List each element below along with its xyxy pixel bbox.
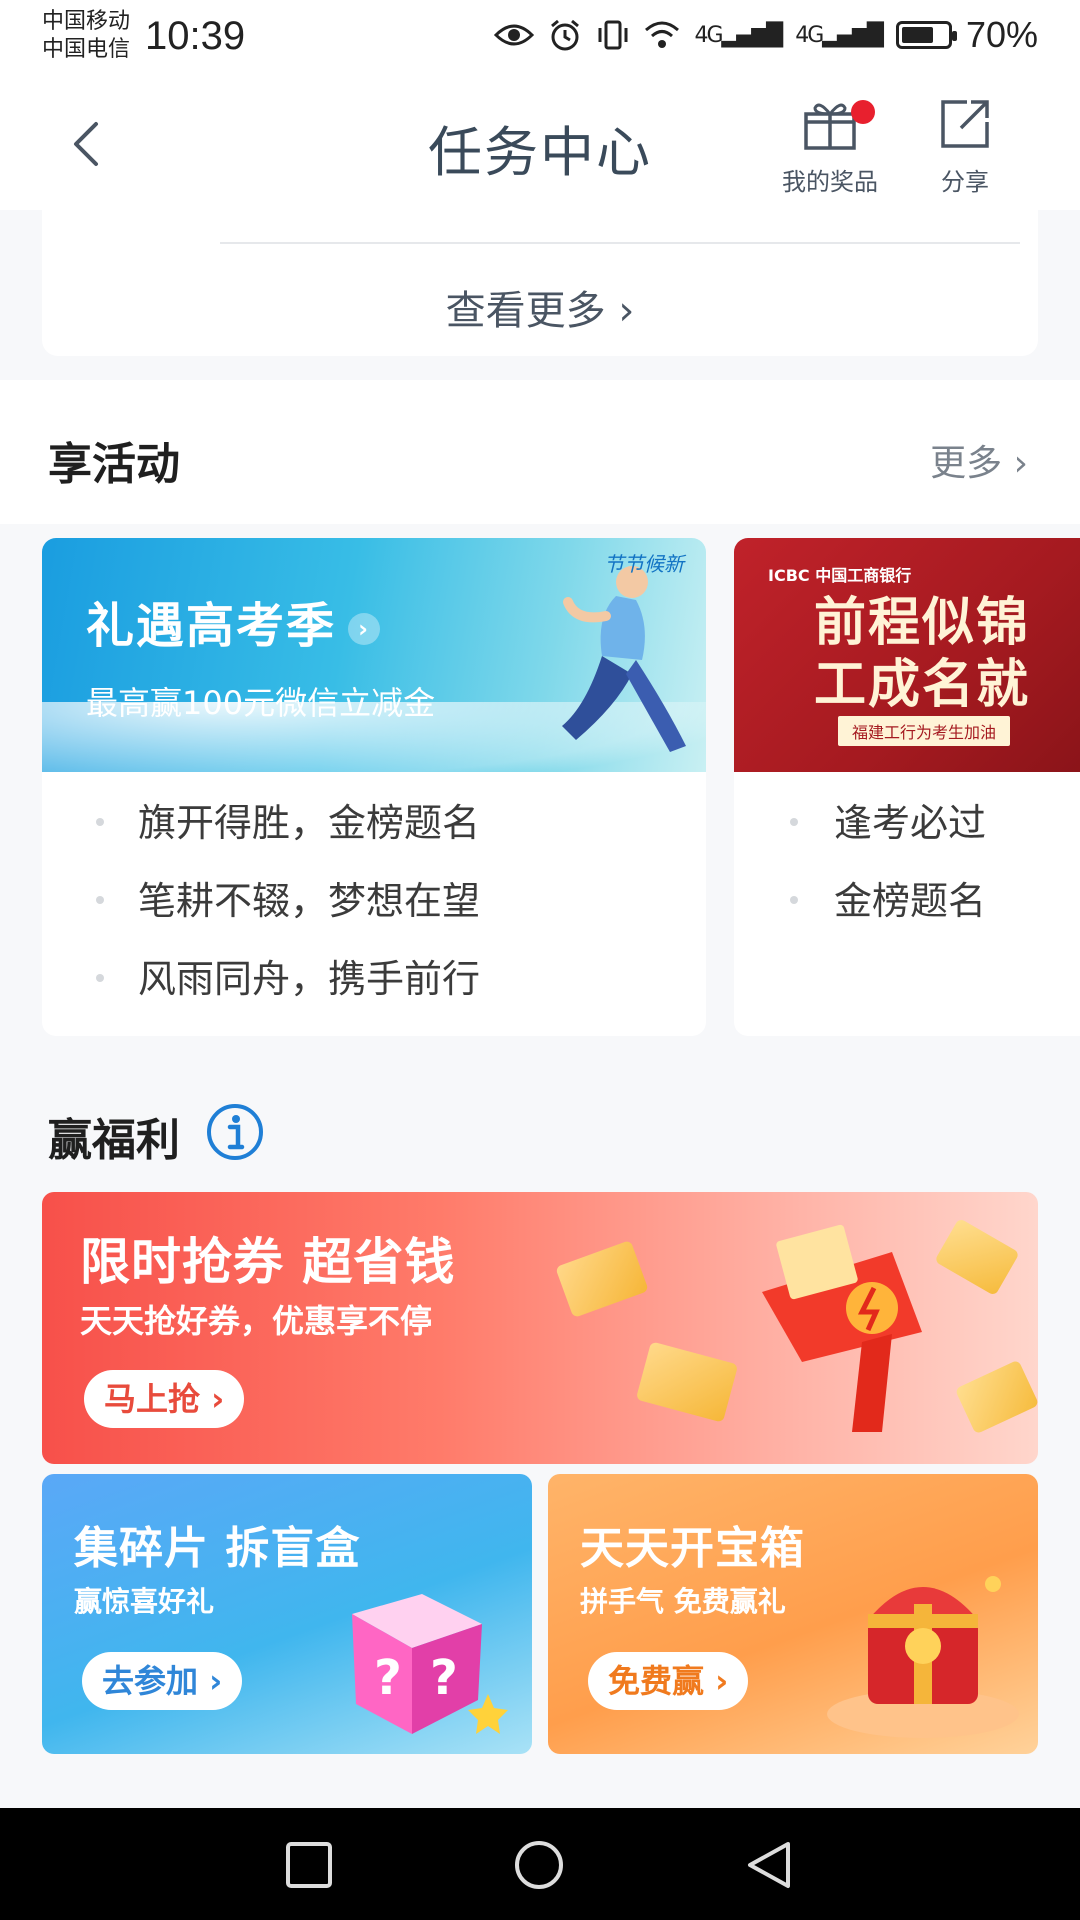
banner-pill: 福建工行为考生加油 — [838, 716, 1011, 746]
alarm-icon — [551, 19, 580, 51]
activities-title: 享活动 — [48, 439, 180, 490]
more-label: 更多 — [930, 443, 1003, 484]
vibrate-icon — [598, 20, 628, 50]
chevron-right-icon: › — [1013, 443, 1028, 484]
status-time: 10:39 — [145, 14, 246, 58]
chevron-right-icon: › — [618, 288, 635, 334]
banner-subtitle: 最高赢100元微信立减金 — [86, 684, 436, 722]
share-button[interactable]: 分享 — [910, 96, 1020, 197]
nav-header: 任务中心 我的奖品 分享 — [0, 78, 1080, 210]
banner-tag: 节节候新 — [604, 552, 684, 576]
promo-coupon-banner[interactable]: 限时抢券 超省钱 天天抢好券，优惠享不停 马上抢 › — [42, 1192, 1038, 1464]
battery-percent: 70% — [965, 14, 1038, 55]
list-item[interactable]: 风雨同舟，携手前行 — [42, 940, 706, 1018]
status-icons: 4G▂▄▆█ 4G▂▄▆█ 70% — [494, 14, 1038, 56]
promo-title: 天天开宝箱 — [580, 1523, 805, 1574]
welfare-title: 赢福利 — [48, 1115, 180, 1166]
coupon-decoration — [954, 1359, 1038, 1435]
list-item[interactable]: 金榜题名 — [734, 862, 1080, 940]
battery-icon — [895, 21, 957, 49]
status-bar: 中国移动 中国电信 10:39 4G▂▄▆█ 4G▂▄▆█ 70% — [0, 0, 1080, 78]
signal-1-icon: 4G▂▄▆█ — [694, 22, 783, 48]
activity-banner[interactable]: 节节候新 礼遇高考季 › 最高赢100元微信立减金 — [42, 538, 706, 772]
activity-card-icbc[interactable]: ICBC 中国工商银行 前程似锦 工成名就 福建工行为考生加油 逢考必过 金榜题… — [734, 538, 1080, 1036]
activities-header: 享活动 更多 › — [0, 380, 1080, 524]
list-item[interactable]: 笔耕不辍，梦想在望 — [42, 862, 706, 940]
svg-text:?: ? — [374, 1650, 402, 1706]
bank-logo: ICBC 中国工商银行 — [768, 566, 912, 585]
coupon-decoration — [635, 1341, 739, 1423]
notification-dot — [851, 100, 875, 124]
promo-blind-box[interactable]: ? ? 集碎片 拆盲盒 赢惊喜好礼 去参加 › — [42, 1474, 532, 1754]
activities-more-link[interactable]: 更多 › — [930, 434, 1028, 486]
network-1-label: 4G — [694, 22, 723, 48]
wifi-icon — [645, 21, 680, 48]
join-button[interactable]: 去参加 › — [82, 1652, 243, 1710]
promo-subtitle: 赢惊喜好礼 — [74, 1585, 215, 1618]
carrier-info: 中国移动 中国电信 — [42, 8, 130, 64]
banner-slogan: 前程似锦 工成名就 — [814, 592, 1030, 716]
info-icon[interactable] — [206, 1103, 264, 1161]
share-icon — [941, 100, 989, 148]
signal-2-icon: 4G▂▄▆█ — [795, 22, 884, 48]
list-item[interactable]: 逢考必过 — [734, 784, 1080, 862]
divider — [220, 242, 1020, 244]
my-prizes-button[interactable]: 我的奖品 — [775, 96, 885, 197]
carrier-1: 中国移动 — [42, 9, 131, 34]
coupon-gun-icon — [762, 1224, 922, 1432]
task-list-card: 查看更多 › — [42, 210, 1038, 356]
promo-title: 集碎片 拆盲盒 — [74, 1523, 361, 1574]
treasure-chest-illustration — [827, 1576, 1019, 1738]
banner-title-text: 礼遇高考季 — [86, 598, 337, 654]
coupon-decoration — [555, 1239, 649, 1319]
view-more-link[interactable]: 查看更多 › — [42, 278, 1038, 336]
runner-illustration — [562, 566, 686, 752]
activity-card-gaokao[interactable]: 节节候新 礼遇高考季 › 最高赢100元微信立减金 旗开得胜，金榜题名 笔耕不辍，… — [42, 538, 706, 1036]
carrier-2: 中国电信 — [42, 37, 131, 62]
system-back-button[interactable] — [742, 1838, 796, 1892]
slogan-line-1: 前程似锦 — [814, 593, 1031, 653]
promo-treasure-chest[interactable]: 天天开宝箱 拼手气 免费赢礼 免费赢 › — [548, 1474, 1038, 1754]
view-more-label: 查看更多 — [445, 288, 606, 334]
activity-item-list: 逢考必过 金榜题名 — [734, 772, 1080, 940]
promo-subtitle: 拼手气 免费赢礼 — [580, 1585, 786, 1618]
slogan-line-2: 工成名就 — [814, 655, 1031, 715]
system-nav-bar — [0, 1808, 1080, 1920]
win-free-button[interactable]: 免费赢 › — [588, 1652, 749, 1710]
share-label: 分享 — [941, 168, 989, 196]
home-button[interactable] — [512, 1838, 566, 1892]
battery-fill — [901, 27, 933, 43]
my-prizes-label: 我的奖品 — [782, 168, 878, 196]
grab-coupon-button[interactable]: 马上抢 › — [84, 1370, 245, 1428]
promo-title: 限时抢券 超省钱 — [80, 1233, 456, 1291]
recent-apps-button[interactable] — [282, 1838, 336, 1892]
coupon-decoration — [934, 1217, 1020, 1297]
activity-banner[interactable]: ICBC 中国工商银行 前程似锦 工成名就 福建工行为考生加油 — [734, 538, 1080, 772]
svg-text:?: ? — [430, 1650, 458, 1706]
chevron-right-icon: › — [348, 613, 381, 645]
activity-item-list: 旗开得胜，金榜题名 笔耕不辍，梦想在望 风雨同舟，携手前行 — [42, 772, 706, 1018]
gift-icon — [804, 103, 856, 150]
network-2-label: 4G — [795, 22, 824, 48]
list-item[interactable]: 旗开得胜，金榜题名 — [42, 784, 706, 862]
eye-icon — [494, 24, 535, 46]
promo-subtitle: 天天抢好券，优惠享不停 — [80, 1302, 433, 1340]
banner-title: 礼遇高考季 › — [86, 586, 381, 656]
